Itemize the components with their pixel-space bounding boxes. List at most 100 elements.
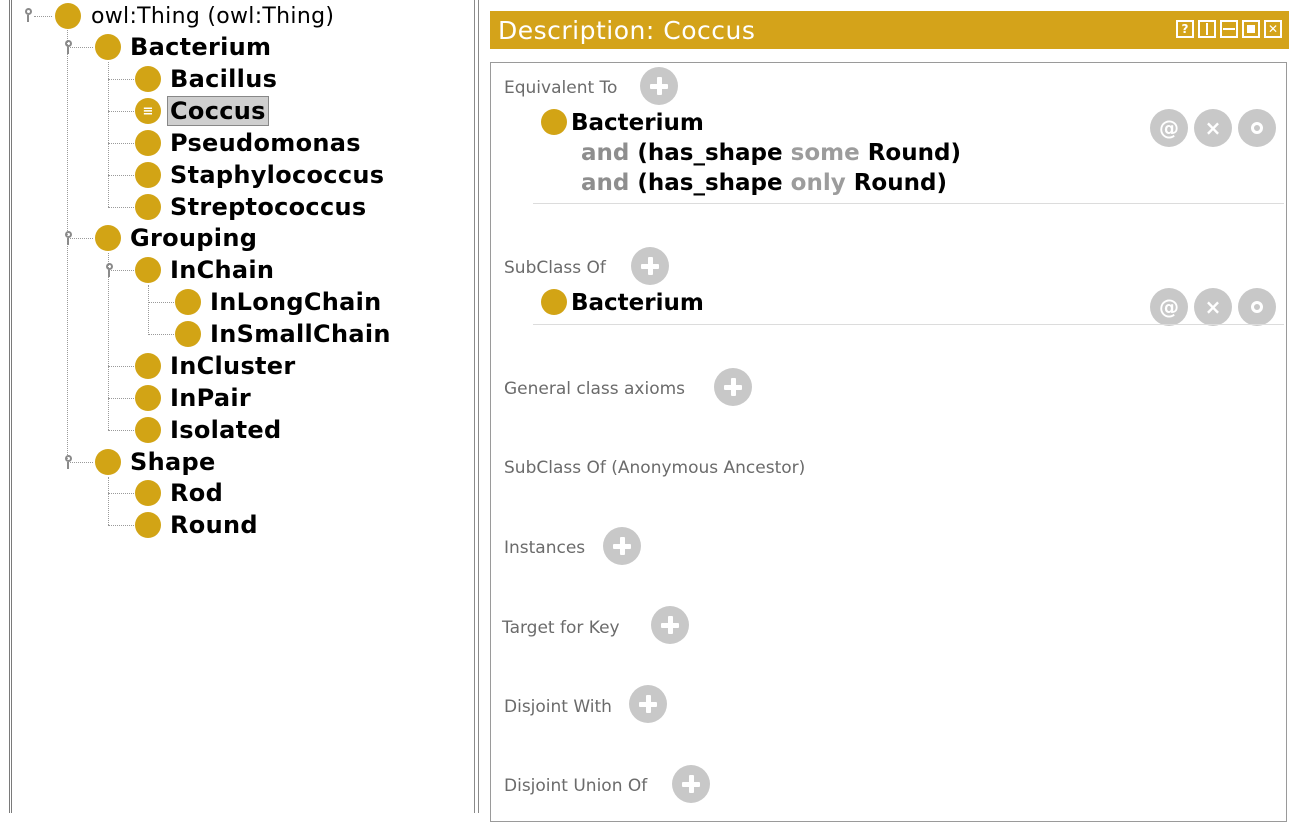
tree-connector [67, 30, 68, 465]
tree-node-bacterium[interactable]: Bacterium [95, 32, 271, 62]
tree-connector [108, 493, 134, 494]
class-icon [541, 109, 567, 135]
class-icon [135, 162, 161, 188]
tree-node-pseudomonas[interactable]: Pseudomonas [135, 128, 361, 158]
maximize-icon[interactable] [1242, 20, 1260, 38]
edit-button[interactable] [1238, 109, 1276, 147]
keyword-and: and [581, 170, 630, 196]
add-disjoint-button[interactable] [629, 685, 667, 723]
split-divider [478, 0, 479, 813]
tree-node-isolated[interactable]: Isolated [135, 415, 281, 445]
tree-node-inlongchain[interactable]: InLongChain [175, 287, 382, 317]
class-icon [541, 289, 567, 315]
class-icon [135, 385, 161, 411]
close-icon[interactable]: ✕ [1264, 20, 1282, 38]
add-disjoint-union-button[interactable] [672, 765, 710, 803]
section-equivalent-to: Equivalent To [504, 78, 618, 98]
class-icon [135, 257, 161, 283]
expand-handle-icon[interactable] [61, 40, 75, 54]
section-disjoint-with: Disjoint With [504, 697, 612, 717]
tree-node-label: Bacterium [130, 33, 272, 61]
expand-handle-icon[interactable] [102, 263, 116, 277]
tree-connector [108, 430, 134, 431]
tree-node-label: Streptococcus [170, 193, 367, 221]
tree-connector [108, 398, 134, 399]
delete-button[interactable]: × [1194, 288, 1232, 326]
tree-node-inpair[interactable]: InPair [135, 383, 251, 413]
tree-node-label: owl:Thing (owl:Thing) [91, 3, 335, 29]
equivalent-axiom[interactable]: Bacterium [541, 109, 704, 136]
class-icon [135, 353, 161, 379]
filler-class: Round) [867, 140, 961, 166]
window-buttons: ? ✕ [1176, 20, 1282, 38]
tree-node-incluster[interactable]: InCluster [135, 351, 296, 381]
tree-node-shape[interactable]: Shape [95, 447, 216, 477]
section-instances: Instances [504, 538, 586, 558]
tree-connector [108, 253, 109, 430]
class-icon [135, 130, 161, 156]
annotate-button[interactable]: @ [1150, 288, 1188, 326]
tree-node-label: Pseudomonas [170, 129, 361, 157]
tree-connector [34, 16, 52, 17]
section-general-class-axioms: General class axioms [504, 379, 686, 399]
class-icon [135, 194, 161, 220]
edit-button[interactable] [1238, 288, 1276, 326]
tree-node-label: Round [170, 511, 258, 539]
add-key-button[interactable] [651, 606, 689, 644]
property-name: (has_shape [637, 170, 783, 196]
tree-node-insmallchain[interactable]: InSmallChain [175, 319, 391, 349]
equivalent-axiom-line: and (has_shape some Round) [581, 140, 961, 166]
expand-handle-icon[interactable] [21, 8, 35, 22]
class-hierarchy-panel: owl:Thing (owl:Thing) Bacterium Bacillus… [0, 0, 476, 813]
tree-node-coccus[interactable]: ≡ Coccus [135, 96, 269, 126]
add-equivalent-button[interactable] [640, 67, 678, 105]
tree-node-label: Bacillus [170, 65, 278, 93]
tree-connector [108, 111, 134, 112]
tree-node-round[interactable]: Round [135, 510, 258, 540]
tree-connector [108, 79, 134, 80]
add-general-axiom-button[interactable] [714, 368, 752, 406]
class-icon [175, 289, 201, 315]
class-icon [95, 449, 121, 475]
tree-connector [108, 175, 134, 176]
class-icon [175, 321, 201, 347]
split-divider[interactable] [474, 0, 475, 813]
tree-node-streptococcus[interactable]: Streptococcus [135, 192, 366, 222]
minimize-icon[interactable] [1220, 20, 1238, 38]
tree-node-label: Rod [170, 479, 224, 507]
help-icon[interactable]: ? [1176, 20, 1194, 38]
tree-connector [108, 366, 134, 367]
tree-connector [148, 285, 149, 335]
expand-handle-icon[interactable] [61, 455, 75, 469]
tree-node-staphylococcus[interactable]: Staphylococcus [135, 160, 384, 190]
description-title: Description: Coccus [498, 15, 756, 45]
tree-node-inchain[interactable]: InChain [135, 255, 274, 285]
expand-handle-icon[interactable] [61, 231, 75, 245]
section-disjoint-union-of: Disjoint Union Of [504, 776, 648, 796]
subclass-axiom[interactable]: Bacterium [541, 289, 704, 316]
description-header: Description: Coccus ? ✕ [490, 11, 1289, 49]
tree-connector [108, 477, 109, 525]
tree-node-label: InPair [170, 384, 252, 412]
section-subclass-of: SubClass Of [504, 258, 606, 278]
property-name: (has_shape [637, 140, 783, 166]
equivalent-axiom-line: and (has_shape only Round) [581, 170, 947, 196]
add-subclass-button[interactable] [631, 247, 669, 285]
tree-node-rod[interactable]: Rod [135, 478, 223, 508]
add-instance-button[interactable] [603, 527, 641, 565]
tree-node-label: Staphylococcus [170, 161, 385, 189]
split-view-icon[interactable] [1198, 20, 1216, 38]
keyword-only: only [790, 170, 846, 196]
delete-button[interactable]: × [1194, 109, 1232, 147]
tree-node-bacillus[interactable]: Bacillus [135, 64, 277, 94]
section-target-for-key: Target for Key [502, 618, 620, 638]
tree-connector [148, 302, 174, 303]
class-icon [135, 417, 161, 443]
annotate-button[interactable]: @ [1150, 109, 1188, 147]
tree-node-grouping[interactable]: Grouping [95, 223, 257, 253]
tree-node-label-selected: Coccus [167, 96, 269, 126]
tree-node-owl-thing[interactable]: owl:Thing (owl:Thing) [55, 1, 334, 31]
axiom-divider [533, 203, 1284, 204]
tree-connector [108, 143, 134, 144]
axiom-class: Bacterium [571, 110, 704, 136]
